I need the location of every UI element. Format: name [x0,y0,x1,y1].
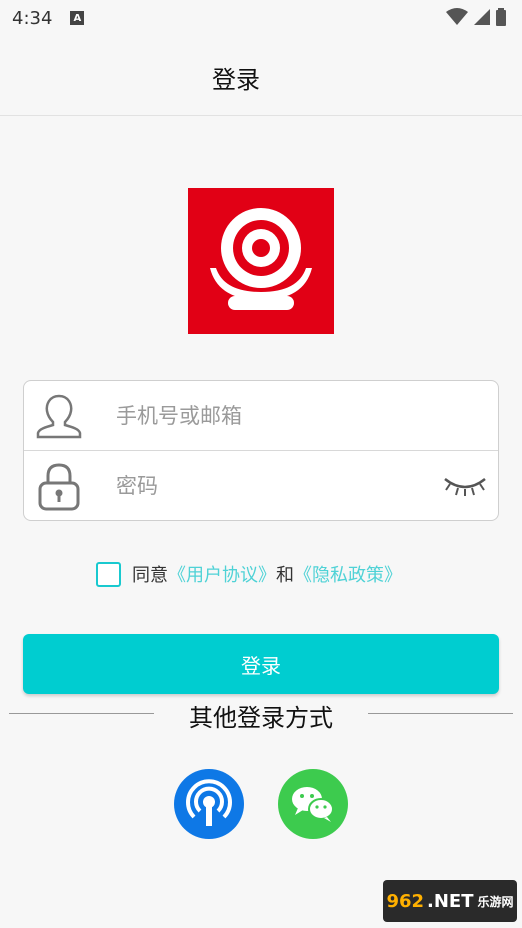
wechat-icon [292,787,334,822]
watermark-logo: 962 .NET 乐游网 [383,880,517,922]
password-row [24,451,498,520]
divider-right [368,713,513,714]
login-button[interactable]: 登录 [23,634,499,694]
user-agreement-link[interactable]: 《用户协议》 [168,561,276,587]
broadcast-icon [186,779,232,826]
password-input[interactable] [116,465,436,507]
wechat-login-button[interactable] [278,769,348,839]
account-input[interactable] [116,395,436,437]
lock-icon [38,463,80,511]
account-row [24,381,498,451]
status-time: 4:34 [12,7,53,29]
wifi-icon [446,8,468,25]
agree-checkbox[interactable] [96,561,121,587]
agree-conjunction: 和 [276,565,294,586]
status-icons [446,8,506,26]
page-title: 登录 [212,66,260,94]
watermark-number: 962 [386,890,425,912]
privacy-policy-link[interactable]: 《隐私政策》 [294,561,402,587]
notification-icon: A [70,11,85,25]
user-icon [36,394,82,439]
agreement-row: 同意 《用户协议》 和 《隐私政策》 [96,560,402,588]
agree-prefix: 同意 [132,565,168,586]
watermark-sub: 乐游网 [477,894,514,909]
other-login-label: 其他登录方式 [189,704,333,732]
app-logo [188,188,334,334]
eye-closed-icon[interactable] [442,473,488,499]
title-bar: 登录 [0,36,522,116]
status-bar: 4:34 A [0,0,522,36]
login-form [23,380,499,521]
webcam-logo-icon [210,208,312,310]
battery-icon [496,8,506,26]
watermark-suffix: .NET [427,890,474,912]
broadcast-login-button[interactable] [174,769,244,839]
signal-icon [474,9,490,25]
